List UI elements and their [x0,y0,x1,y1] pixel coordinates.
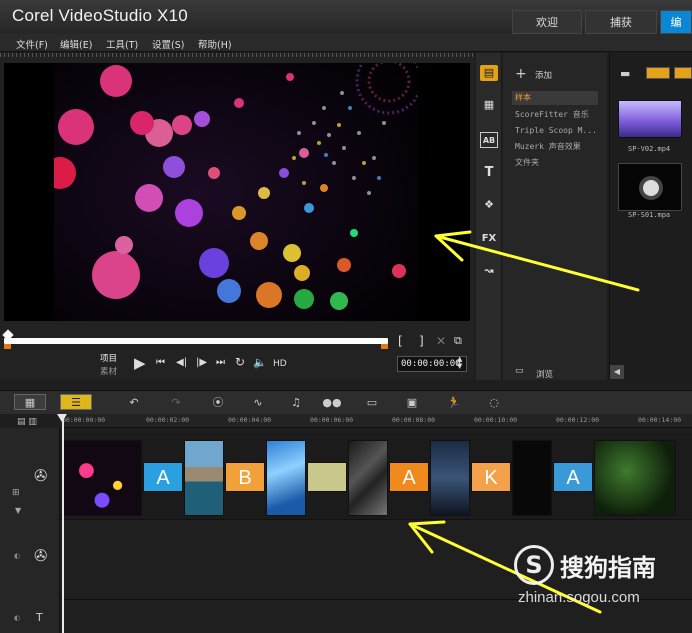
sogou-logo-icon: S [514,545,554,585]
watermark-url: zhinan.sogou.com [518,589,640,606]
watermark-text: 搜狗指南 [560,554,656,582]
annotation-arrows [408,230,640,614]
arrow-preview [434,234,640,292]
arrow-preview-head [434,230,472,262]
